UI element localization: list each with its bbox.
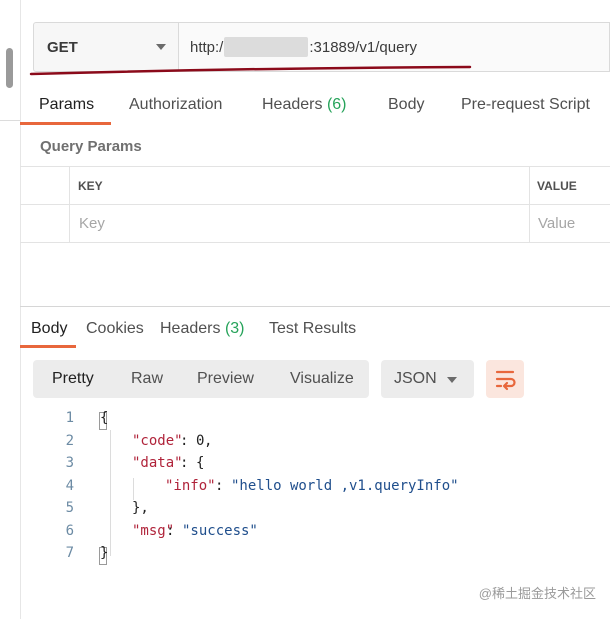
table-row: Key Value: [20, 205, 610, 243]
response-tabs: Body Cookies Headers (3) Test Results: [20, 310, 610, 350]
query-params-table: KEY VALUE Key Value: [20, 166, 610, 245]
query-params-title: Query Params: [40, 138, 142, 155]
watermark: @稀土掘金技术社区: [478, 586, 596, 601]
tab-authorization[interactable]: Authorization: [129, 96, 222, 114]
tab-body[interactable]: Body: [388, 96, 424, 114]
active-response-tab-indicator: [20, 345, 76, 348]
column-header-value: VALUE: [537, 179, 577, 193]
tab-response-body[interactable]: Body: [31, 320, 67, 338]
format-label: JSON: [394, 370, 437, 387]
format-select[interactable]: JSON: [381, 360, 474, 398]
code-line: 7 }: [20, 545, 610, 567]
response-body-viewer[interactable]: 1 { 2 "code" : 0 , 3 "data" : { 4 "info"…: [20, 410, 610, 570]
response-headers-count: (3): [224, 320, 245, 337]
rail-divider: [0, 120, 20, 121]
tab-test-results[interactable]: Test Results: [269, 320, 356, 338]
wrap-lines-icon: [495, 370, 516, 391]
code-line: 1 {: [20, 410, 610, 432]
chevron-down-icon: [447, 377, 457, 383]
tab-headers[interactable]: Headers (6): [262, 96, 347, 114]
view-raw-button[interactable]: Raw: [131, 370, 163, 388]
tab-cookies[interactable]: Cookies: [86, 320, 144, 338]
view-preview-button[interactable]: Preview: [197, 370, 254, 388]
annotation-underline: [29, 65, 472, 76]
column-header-key: KEY: [78, 179, 103, 193]
code-line: 3 "data" : {: [65, 455, 205, 471]
tab-response-headers[interactable]: Headers (3): [160, 320, 245, 338]
headers-count: (6): [326, 96, 347, 113]
code-line: 5 },: [65, 500, 149, 516]
request-tabs: Params Authorization Headers (6) Body Pr…: [20, 86, 610, 126]
view-visualize-button[interactable]: Visualize: [290, 370, 354, 388]
view-mode-bar: Pretty Raw Preview Visualize: [33, 360, 369, 398]
code-line: 2 "code" : 0 ,: [65, 433, 213, 449]
value-input[interactable]: Value: [538, 215, 575, 232]
wrap-lines-button[interactable]: [486, 360, 524, 398]
sidebar-rail: [0, 0, 21, 619]
code-line: 6 "msg" : "success": [65, 523, 258, 539]
key-input[interactable]: Key: [79, 215, 105, 232]
pane-divider[interactable]: [20, 306, 610, 307]
tab-pre-request-script[interactable]: Pre-request Script: [461, 96, 590, 114]
tab-params[interactable]: Params: [39, 96, 94, 114]
active-tab-indicator: [20, 122, 111, 125]
code-line: 4 "info" : "hello world ,v1.queryInfo": [65, 478, 459, 494]
table-header-row: KEY VALUE: [20, 167, 610, 205]
view-pretty-button[interactable]: Pretty: [52, 370, 94, 388]
